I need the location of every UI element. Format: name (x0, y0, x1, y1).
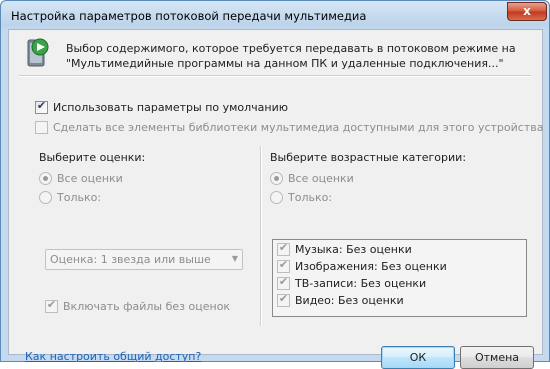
help-link[interactable]: Как настроить общий доступ? (25, 350, 201, 363)
use-defaults-label: Использовать параметры по умолчанию (53, 101, 289, 114)
list-item-checkbox[interactable] (277, 241, 290, 256)
chevron-down-icon: ▼ (231, 254, 238, 263)
parental-heading: Выберите возрастные категории: (270, 151, 467, 164)
include-unrated-checkbox[interactable] (45, 298, 58, 313)
title-bar[interactable]: Настройка параметров потоковой передачи … (1, 1, 549, 31)
parental-all-label: Все оценки (288, 172, 354, 185)
list-item-label: Изображения: Без оценки (295, 260, 447, 273)
cancel-button[interactable]: Отмена (460, 346, 534, 369)
column-divider (260, 146, 262, 326)
ratings-all-radio[interactable] (39, 172, 52, 185)
dialog-window: Настройка параметров потоковой передачи … (0, 0, 550, 369)
ratings-only-radio[interactable] (39, 191, 52, 204)
list-item-checkbox[interactable] (277, 275, 290, 290)
dialog-body: Выбор содержимого, которое требуется пер… (8, 29, 543, 369)
ratings-heading: Выберите оценки: (39, 151, 146, 164)
parental-category-list[interactable]: Музыка: Без оценки Изображения: Без оцен… (272, 239, 527, 317)
list-item-label: ТВ-записи: Без оценки (295, 277, 427, 290)
use-defaults-checkbox[interactable] (35, 99, 48, 114)
include-unrated-label: Включать файлы без оценок (63, 300, 231, 313)
header-line-1: Выбор содержимого, которое требуется пер… (66, 42, 516, 55)
rating-dropdown-value: Оценка: 1 звезда или выше (50, 253, 211, 266)
list-item-label: Музыка: Без оценки (295, 243, 412, 256)
ratings-only-label: Только: (57, 191, 102, 204)
rating-dropdown[interactable]: Оценка: 1 звезда или выше ▼ (45, 249, 243, 270)
make-all-available-checkbox[interactable] (35, 121, 48, 134)
parental-all-radio[interactable] (270, 172, 283, 185)
ratings-all-label: Все оценки (57, 172, 123, 185)
parental-only-radio[interactable] (270, 191, 283, 204)
close-button[interactable]: x (507, 2, 547, 21)
settings-group: Использовать параметры по умолчанию Сдел… (23, 84, 543, 369)
list-item-checkbox[interactable] (277, 292, 290, 307)
header-divider (19, 75, 531, 77)
header-line-2: "Мультимедийные программы на данном ПК и… (66, 57, 504, 70)
media-streaming-icon (27, 38, 49, 67)
close-icon: x (523, 4, 531, 18)
make-all-available-label: Сделать все элементы библиотеки мультиме… (53, 121, 544, 134)
parental-only-label: Только: (288, 191, 333, 204)
window-title: Настройка параметров потоковой передачи … (11, 9, 367, 23)
list-item-checkbox[interactable] (277, 258, 290, 273)
ok-button[interactable]: ОК (381, 346, 455, 369)
list-item-label: Видео: Без оценки (295, 294, 404, 307)
header-description: Выбор содержимого, которое требуется пер… (66, 41, 526, 71)
